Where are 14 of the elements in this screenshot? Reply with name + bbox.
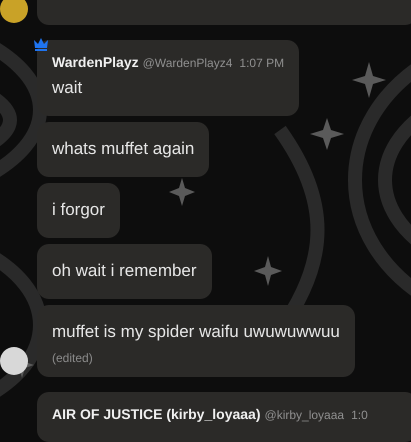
avatar[interactable]: [0, 347, 28, 375]
author-handle: @WardenPlayz4: [142, 56, 232, 70]
message-text: muffet is my spider waifu uwuwuwwuu: [52, 321, 340, 343]
author-handle: @kirby_loyaaa: [264, 408, 344, 422]
author-name[interactable]: AIR OF JUSTICE (kirby_loyaaa): [52, 406, 261, 422]
timestamp: 1:07 PM: [239, 56, 284, 70]
message-text: wait: [52, 77, 84, 99]
timestamp: 1:0: [351, 408, 368, 422]
author-name[interactable]: WardenPlayz: [52, 54, 139, 70]
avatar[interactable]: [0, 0, 28, 23]
message-text: oh wait i remember: [52, 260, 197, 282]
edited-label: (edited): [52, 351, 94, 365]
message-text: i forgor: [52, 199, 105, 221]
message-text: whats muffet again: [52, 138, 194, 160]
